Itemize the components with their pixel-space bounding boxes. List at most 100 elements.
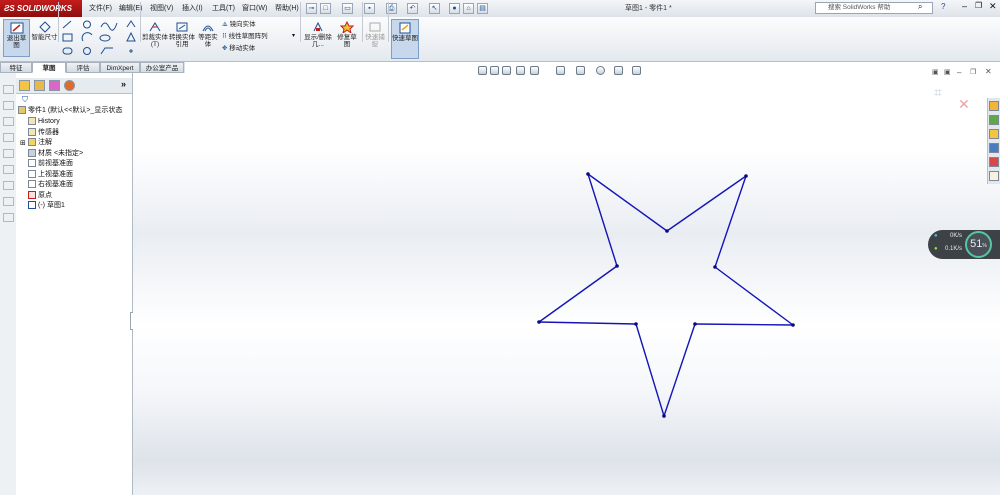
close-window-icon[interactable]: ✕: [989, 1, 997, 12]
strip-icon[interactable]: [3, 181, 14, 190]
zoom-to-area-icon[interactable]: [490, 66, 499, 75]
tab-evaluate[interactable]: 评估: [66, 62, 100, 73]
edit-appearance-icon[interactable]: [596, 66, 605, 75]
menu-view[interactable]: 视图(V): [150, 0, 173, 17]
mirror-icon: ⧌: [222, 21, 230, 28]
tree-item-origin[interactable]: 原点: [28, 190, 52, 202]
feature-tree-tab-icon[interactable]: [19, 80, 30, 91]
apply-scene-icon[interactable]: [614, 66, 623, 75]
chevron-down-icon[interactable]: ▾: [292, 32, 295, 39]
strip-icon[interactable]: [3, 85, 14, 94]
exit-sketch-icon: [10, 22, 23, 34]
strip-icon[interactable]: [3, 117, 14, 126]
expand-plus-icon[interactable]: ⊞: [20, 139, 26, 147]
appearance-tab-icon[interactable]: [64, 80, 75, 91]
tree-item-sketch1[interactable]: (-) 草图1: [28, 201, 65, 212]
viewport-minimize-icon[interactable]: –: [957, 68, 961, 77]
offset-entities-button[interactable]: 等距实体: [196, 21, 220, 48]
design-library-icon[interactable]: [989, 115, 999, 125]
display-style-icon[interactable]: [556, 66, 565, 75]
trim-entities-button[interactable]: 剪裁实体(T): [142, 21, 168, 48]
expand-panel-icon[interactable]: »: [121, 79, 126, 89]
tree-item-material[interactable]: 材质 <未指定>: [28, 148, 83, 160]
viewport-split-icon[interactable]: ▣: [944, 68, 951, 76]
plane-tool-icon: [126, 31, 136, 42]
options-icon[interactable]: ▤: [477, 3, 488, 14]
linear-pattern-icon: ⠿: [222, 33, 229, 40]
file-properties-icon[interactable]: ⌂: [463, 3, 474, 14]
solidworks-logo[interactable]: ƧS SOLIDWORKS: [0, 0, 82, 17]
strip-icon[interactable]: [3, 149, 14, 158]
menu-tools[interactable]: 工具(T): [212, 0, 235, 17]
hide-show-items-icon[interactable]: [576, 66, 585, 75]
property-manager-tab-icon[interactable]: [34, 80, 45, 91]
confirmation-corner-cancel-icon[interactable]: ✕: [958, 96, 970, 113]
help-search-input[interactable]: 搜索 SolidWorks 帮助: [815, 2, 933, 14]
save-icon[interactable]: ▪: [364, 3, 375, 14]
filter-icon[interactable]: ⛉: [22, 95, 28, 105]
minimize-window-icon[interactable]: –: [962, 1, 967, 11]
quick-snaps-button[interactable]: 快速捕捉: [364, 21, 386, 48]
tree-item-top-plane[interactable]: 上视基准面: [28, 169, 73, 181]
menu-window[interactable]: 窗口(W): [242, 0, 267, 17]
tree-item-right-plane[interactable]: 右视基准面: [28, 180, 73, 191]
appearances-scenes-icon[interactable]: [989, 157, 999, 167]
strip-icon[interactable]: [3, 165, 14, 174]
tree-item-annotations[interactable]: 注解: [28, 138, 52, 149]
download-speed: 0.1K/s: [944, 246, 962, 252]
linear-pattern-button[interactable]: ⠿ 线性草图阵列: [222, 32, 268, 42]
upload-speed: 0K/s: [949, 233, 962, 239]
resources-home-icon[interactable]: [989, 101, 999, 111]
menu-file[interactable]: 文件(F): [89, 0, 112, 17]
viewport-tile-icon[interactable]: ▣: [932, 68, 939, 76]
point-tool-icon: [129, 49, 133, 53]
file-explorer-icon[interactable]: [989, 129, 999, 139]
zoom-to-fit-icon[interactable]: [478, 66, 487, 75]
separator: [58, 2, 59, 42]
open-folder-icon[interactable]: ▭: [342, 3, 353, 14]
previous-view-icon[interactable]: [502, 66, 511, 75]
tree-item-history[interactable]: History: [28, 117, 60, 128]
confirmation-corner-exit-icon[interactable]: ⌗: [934, 84, 942, 101]
menu-help[interactable]: 帮助(H): [275, 0, 299, 17]
viewport-restore-icon[interactable]: ❐: [970, 68, 976, 76]
strip-icon[interactable]: [3, 133, 14, 142]
search-icon[interactable]: ⌕: [918, 2, 922, 12]
tree-item-sensors[interactable]: 传感器: [28, 127, 59, 139]
mirror-entities-button[interactable]: ⧌ 镜向实体: [222, 20, 256, 30]
exit-sketch-button[interactable]: 退出草图: [3, 19, 30, 57]
pin-icon[interactable]: ⊸: [306, 3, 317, 14]
strip-icon[interactable]: [3, 213, 14, 222]
view-settings-icon[interactable]: [632, 66, 641, 75]
tab-dimxpert[interactable]: DimXpert: [100, 62, 140, 73]
undo-icon[interactable]: ↶: [407, 3, 418, 14]
display-relations-button[interactable]: 显示/删除几...: [303, 21, 333, 48]
strip-icon[interactable]: [3, 101, 14, 110]
menu-insert[interactable]: 插入(I): [182, 0, 203, 17]
smart-dimension-button[interactable]: 智能尺寸: [31, 21, 58, 41]
select-pointer-icon[interactable]: ↖: [429, 3, 440, 14]
tree-item-front-plane[interactable]: 前视基准面: [28, 159, 73, 170]
tree-root-part[interactable]: 零件1 (默认<<默认>_显示状态: [18, 106, 122, 117]
menu-edit[interactable]: 编辑(E): [119, 0, 142, 17]
rapid-sketch-button[interactable]: 快速草图: [391, 19, 419, 59]
strip-icon[interactable]: [3, 197, 14, 206]
view-orientation-icon[interactable]: [530, 66, 539, 75]
move-entities-button[interactable]: ✥ 移动实体: [222, 44, 255, 54]
graphics-area[interactable]: [133, 73, 1000, 495]
section-view-icon[interactable]: [516, 66, 525, 75]
network-speed-widget[interactable]: ● 0K/s ● 0.1K/s 51%: [928, 230, 1000, 259]
rebuild-traffic-light-icon[interactable]: ●: [449, 3, 460, 14]
custom-properties-icon[interactable]: [989, 171, 999, 181]
search-results-icon[interactable]: [989, 143, 999, 153]
tab-features[interactable]: 特征: [0, 62, 32, 73]
configuration-tab-icon[interactable]: [49, 80, 60, 91]
tab-sketch[interactable]: 草图: [32, 62, 66, 73]
new-document-icon[interactable]: □: [320, 3, 331, 14]
viewport-close-icon[interactable]: ✕: [985, 67, 992, 76]
convert-entities-button[interactable]: 转换实体引用: [169, 21, 195, 48]
help-question-icon[interactable]: ?: [941, 2, 945, 11]
tab-office-products[interactable]: 办公室产品: [140, 62, 184, 73]
repair-sketch-button[interactable]: 修复草图: [335, 21, 359, 48]
restore-window-icon[interactable]: ❐: [975, 1, 982, 10]
